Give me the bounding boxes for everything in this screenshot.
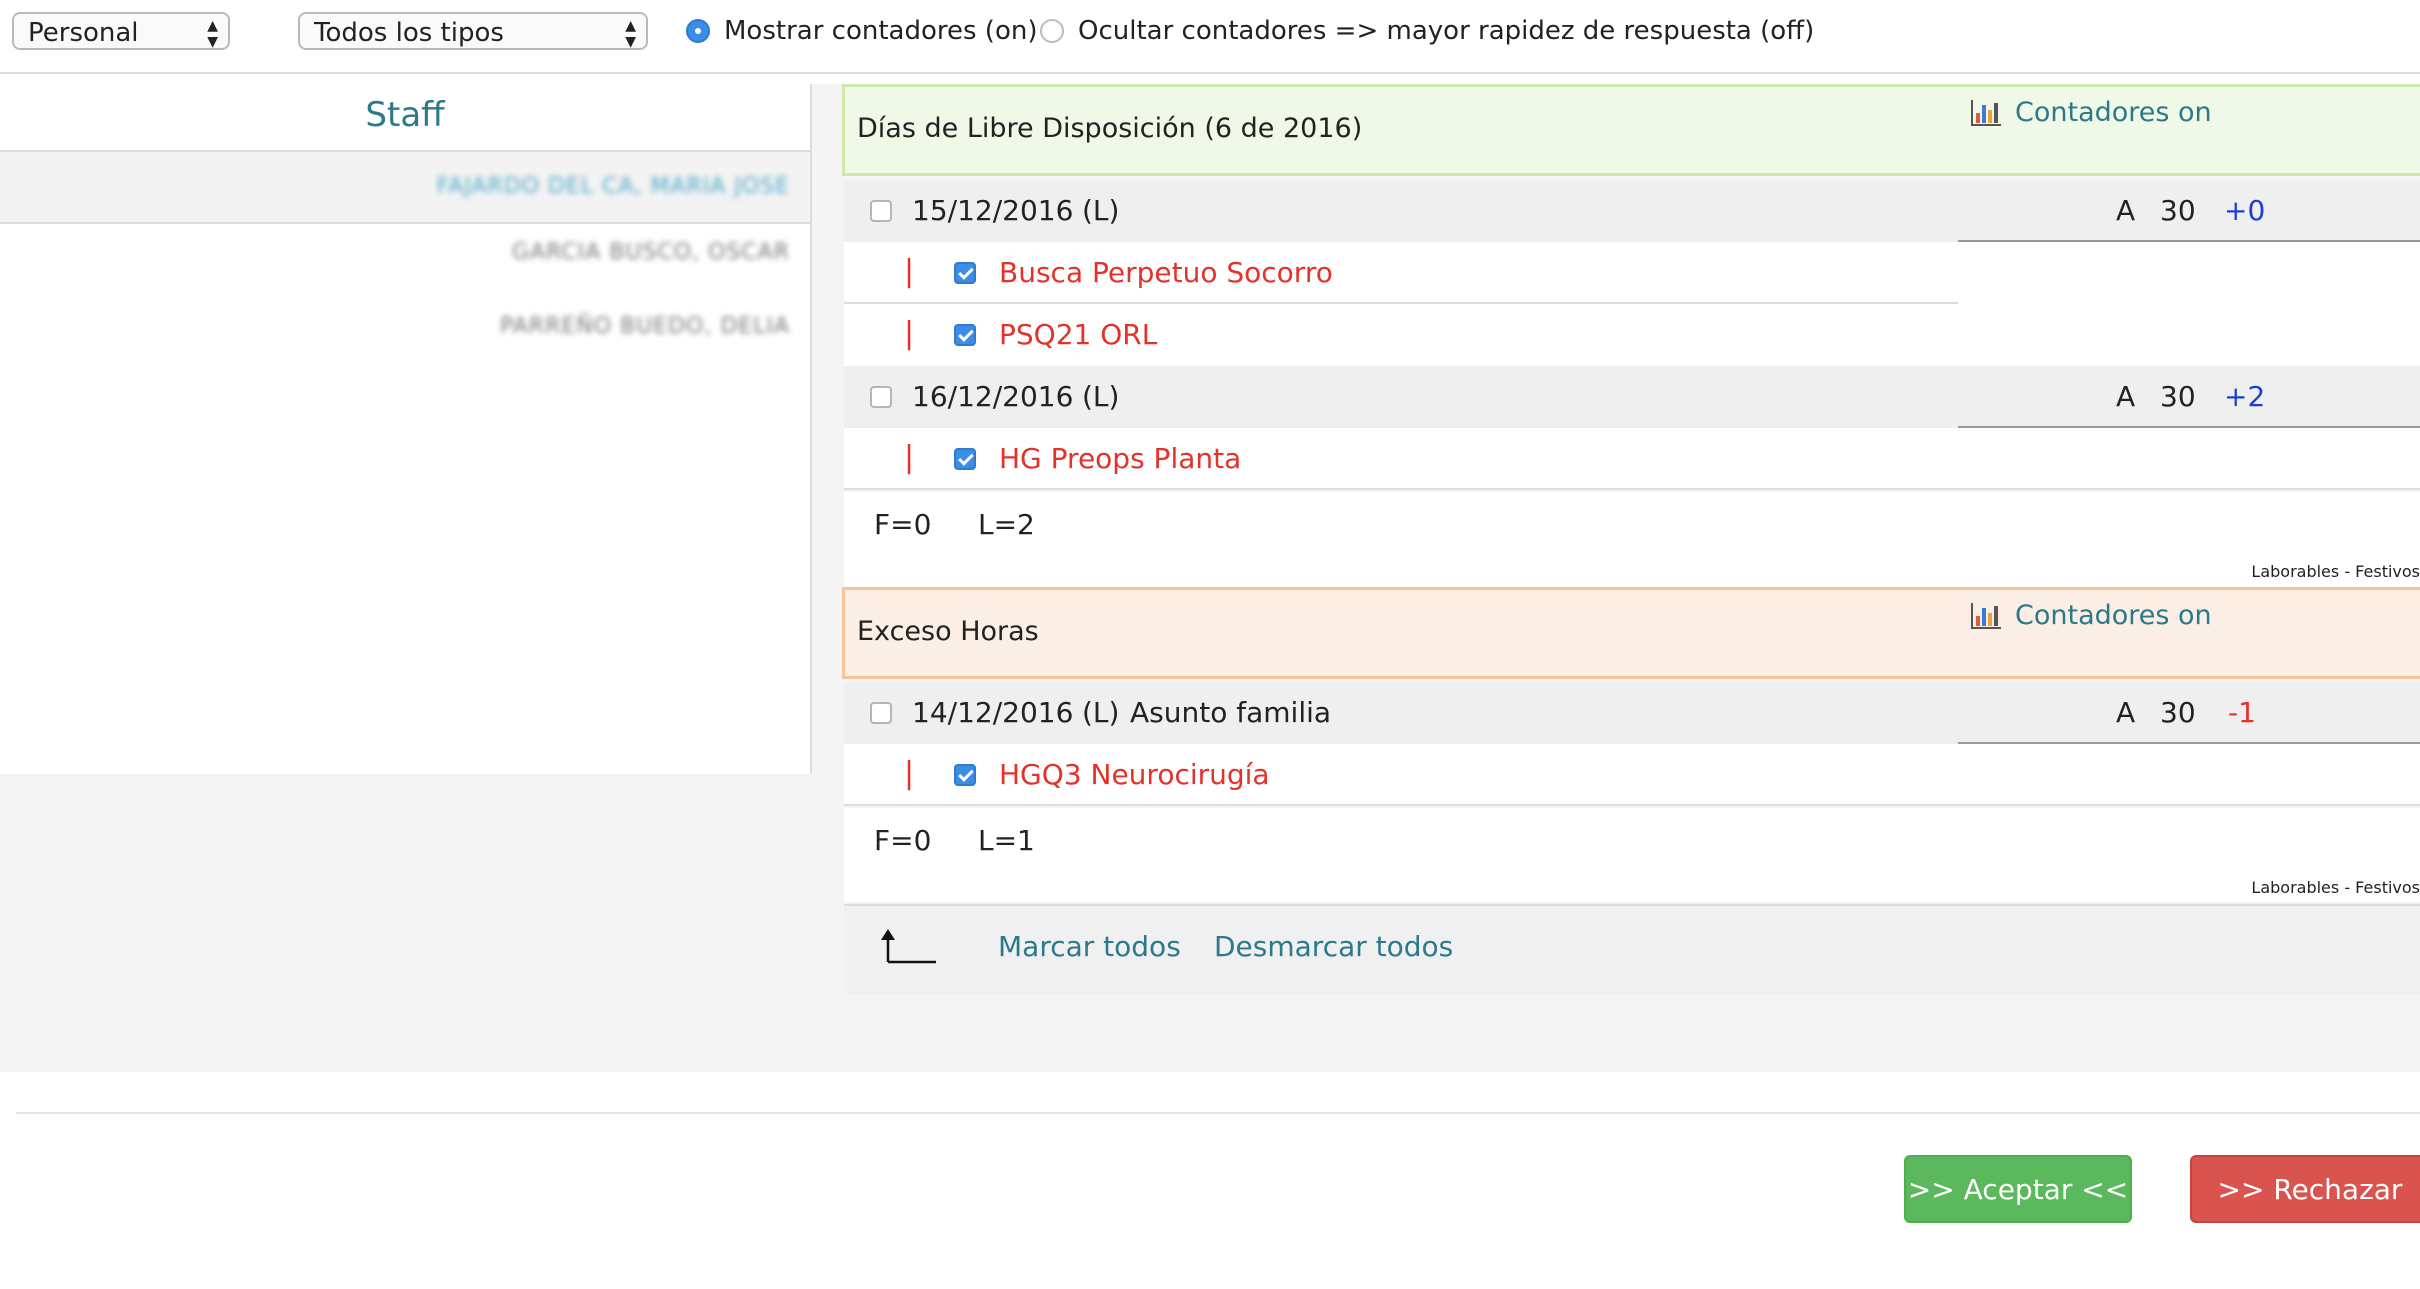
date-label: 15/12/2016 bbox=[912, 194, 1074, 227]
item-bar-marker: | bbox=[904, 440, 915, 475]
radio-hide-counters[interactable]: Ocultar contadores => mayor rapidez de r… bbox=[1040, 12, 1814, 50]
item-row: | Busca Perpetuo Socorro bbox=[844, 242, 2420, 304]
counters-toggle[interactable]: Contadores on bbox=[1971, 600, 2212, 631]
type-select-value: Todos los tipos bbox=[314, 18, 504, 48]
item-label: PSQ21 ORL bbox=[999, 318, 1158, 351]
toolbar-divider bbox=[0, 72, 2420, 74]
date-checkbox[interactable] bbox=[870, 702, 892, 724]
counter-delta: +2 bbox=[2224, 380, 2266, 413]
date-label: 14/12/2016 bbox=[912, 696, 1074, 729]
select-arrows-icon: ▲ ▼ bbox=[625, 18, 636, 50]
row-divider bbox=[844, 488, 2420, 490]
staff-name[interactable]: PARREÑO BUEDO, DELIA bbox=[500, 314, 790, 339]
counter-num: 30 bbox=[2160, 696, 2196, 729]
selection-actions: Marcar todos Desmarcar todos bbox=[844, 904, 2420, 994]
date-type: (L) bbox=[1082, 696, 1120, 729]
counters-label: Contadores on bbox=[2015, 97, 2212, 128]
counters-label: Contadores on bbox=[2015, 600, 2212, 631]
radio-off-icon[interactable] bbox=[1040, 19, 1064, 43]
item-label: Busca Perpetuo Socorro bbox=[999, 256, 1333, 289]
date-type: (L) bbox=[1082, 380, 1120, 413]
row-divider bbox=[844, 804, 2420, 806]
return-up-arrow-icon bbox=[881, 929, 936, 964]
group-title: Exceso Horas bbox=[857, 616, 1039, 647]
personal-select-value: Personal bbox=[28, 18, 139, 48]
date-checkbox[interactable] bbox=[870, 200, 892, 222]
summary-l: L=1 bbox=[978, 824, 1035, 857]
summary-f: F=0 bbox=[874, 508, 932, 541]
group-header-exceso-horas: Exceso Horas Contadores on bbox=[842, 587, 2420, 679]
summary-row: F=0 L=2 Laborables - Festivos bbox=[844, 492, 2420, 592]
summary-l: L=2 bbox=[978, 508, 1035, 541]
counter-num: 30 bbox=[2160, 194, 2196, 227]
unmark-all-link[interactable]: Desmarcar todos bbox=[1214, 930, 1453, 963]
item-bar-marker: | bbox=[904, 254, 915, 289]
radio-off-label: Ocultar contadores => mayor rapidez de r… bbox=[1078, 16, 1815, 46]
bar-chart-icon bbox=[1971, 99, 2001, 126]
group-header-libre-disposicion: Días de Libre Disposición (6 de 2016) Co… bbox=[842, 84, 2420, 176]
counter-code: A bbox=[2116, 380, 2136, 413]
group-title: Días de Libre Disposición (6 de 2016) bbox=[857, 113, 1363, 144]
date-type: (L) bbox=[1082, 194, 1120, 227]
counter-delta: +0 bbox=[2224, 194, 2266, 227]
radio-show-counters[interactable]: Mostrar contadores (on) bbox=[686, 12, 1037, 50]
item-checkbox[interactable] bbox=[954, 764, 976, 786]
item-checkbox[interactable] bbox=[954, 262, 976, 284]
radio-on-icon[interactable] bbox=[686, 19, 710, 43]
staff-item-selected[interactable]: FAJARDO DEL CA, MARIA JOSE bbox=[0, 152, 810, 224]
summary-f: F=0 bbox=[874, 824, 932, 857]
reject-button[interactable]: >> Rechazar << bbox=[2190, 1155, 2420, 1272]
counter-code: A bbox=[2116, 696, 2136, 729]
item-row: | HG Preops Planta bbox=[844, 428, 2420, 490]
bar-chart-icon bbox=[1971, 602, 2001, 629]
personal-select[interactable]: Personal ▲ ▼ bbox=[12, 12, 230, 50]
counter-code: A bbox=[2116, 194, 2136, 227]
date-note: Asunto familia bbox=[1130, 696, 1332, 729]
summary-legend: Laborables - Festivos bbox=[2251, 562, 2420, 581]
staff-name[interactable]: GARCIA BUSCO, OSCAR bbox=[512, 240, 790, 265]
summary-row: F=0 L=1 Laborables - Festivos bbox=[844, 808, 2420, 902]
item-checkbox[interactable] bbox=[954, 324, 976, 346]
staff-name: FAJARDO DEL CA, MARIA JOSE bbox=[436, 174, 790, 199]
item-checkbox[interactable] bbox=[954, 448, 976, 470]
mark-all-link[interactable]: Marcar todos bbox=[998, 930, 1181, 963]
footer-divider bbox=[16, 1112, 2420, 1114]
accept-button[interactable]: >> Aceptar << bbox=[1904, 1155, 2132, 1223]
counter-delta: -1 bbox=[2228, 696, 2256, 729]
item-bar-marker: | bbox=[904, 756, 915, 791]
item-label: HG Preops Planta bbox=[999, 442, 1242, 475]
counters-toggle[interactable]: Contadores on bbox=[1971, 97, 2212, 128]
counter-num: 30 bbox=[2160, 380, 2196, 413]
staff-header: Staff bbox=[0, 84, 810, 152]
item-row: | HGQ3 Neurocirugía bbox=[844, 744, 2420, 806]
date-row: 16/12/2016 (L) A 30 +2 bbox=[844, 366, 2420, 428]
type-select[interactable]: Todos los tipos ▲ ▼ bbox=[298, 12, 648, 50]
date-label: 16/12/2016 bbox=[912, 380, 1074, 413]
item-label: HGQ3 Neurocirugía bbox=[999, 758, 1270, 791]
staff-panel: Staff FAJARDO DEL CA, MARIA JOSE GARCIA … bbox=[0, 84, 812, 774]
radio-on-label: Mostrar contadores (on) bbox=[724, 16, 1038, 46]
item-row: | PSQ21 ORL bbox=[844, 304, 2420, 366]
date-row: 14/12/2016 (L) Asunto familia A 30 -1 bbox=[844, 682, 2420, 744]
select-arrows-icon: ▲ ▼ bbox=[207, 18, 218, 50]
item-bar-marker: | bbox=[904, 316, 915, 351]
summary-legend: Laborables - Festivos bbox=[2251, 878, 2420, 897]
date-checkbox[interactable] bbox=[870, 386, 892, 408]
date-row: 15/12/2016 (L) A 30 +0 bbox=[844, 180, 2420, 242]
